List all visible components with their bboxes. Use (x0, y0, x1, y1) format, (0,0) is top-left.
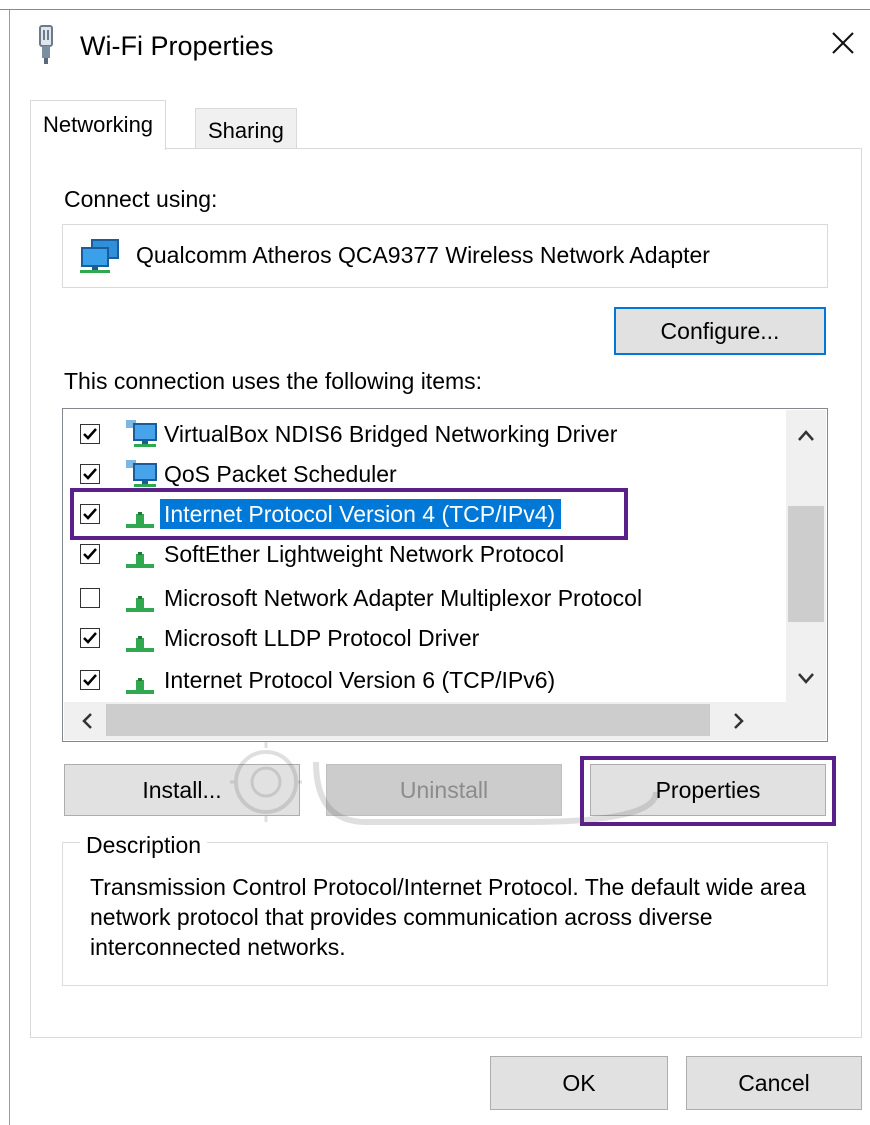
window-top-edge (0, 0, 870, 10)
protocol-icon (120, 538, 160, 572)
protocol-icon (120, 582, 160, 616)
item-label: Microsoft Network Adapter Multiplexor Pr… (164, 585, 643, 611)
tab-networking[interactable]: Networking (30, 100, 167, 150)
description-text: Transmission Control Protocol/Internet P… (90, 874, 806, 960)
item-label: VirtualBox NDIS6 Bridged Networking Driv… (164, 421, 618, 447)
item-label: Internet Protocol Version 6 (TCP/IPv6) (164, 667, 556, 693)
vertical-scroll-thumb[interactable] (788, 506, 824, 622)
scroll-left-button[interactable] (70, 704, 106, 738)
item-checkbox-unchecked[interactable] (80, 588, 100, 608)
close-button[interactable] (826, 26, 860, 60)
list-item[interactable]: VirtualBox NDIS6 Bridged Networking Driv… (76, 414, 790, 454)
chevron-left-icon (82, 713, 92, 729)
selection-highlight-outline (70, 488, 628, 540)
watermark-logo (226, 722, 666, 852)
items-label: This connection uses the following items… (64, 368, 483, 394)
item-label: SoftEther Lightweight Network Protocol (164, 541, 565, 567)
item-checkbox[interactable] (80, 424, 100, 444)
item-checkbox[interactable] (80, 544, 100, 564)
scroll-right-button[interactable] (720, 704, 756, 738)
ok-button[interactable]: OK (490, 1056, 668, 1110)
item-label: Microsoft LLDP Protocol Driver (164, 625, 480, 651)
wifi-adapter-icon (34, 24, 58, 66)
cancel-button[interactable]: Cancel (686, 1056, 862, 1110)
window-left-edge (0, 10, 10, 1125)
scroll-up-button[interactable] (786, 418, 826, 454)
connect-using-label: Connect using: (64, 186, 218, 212)
window-title: Wi-Fi Properties (80, 31, 274, 61)
configure-button[interactable]: Configure... (614, 307, 826, 355)
network-service-icon (120, 458, 160, 492)
list-item[interactable]: Internet Protocol Version 6 (TCP/IPv6) (76, 660, 790, 700)
item-checkbox[interactable] (80, 628, 100, 648)
chevron-up-icon (798, 430, 814, 441)
tab-sharing[interactable]: Sharing (195, 108, 297, 148)
list-item[interactable]: Microsoft LLDP Protocol Driver (76, 618, 790, 658)
chevron-right-icon (734, 713, 744, 729)
protocol-icon (120, 622, 160, 656)
adapter-name: Qualcomm Atheros QCA9377 Wireless Networ… (136, 242, 710, 268)
network-adapter-icon (78, 238, 122, 274)
close-icon (832, 32, 854, 54)
list-item[interactable]: Microsoft Network Adapter Multiplexor Pr… (76, 578, 790, 618)
list-item[interactable]: SoftEther Lightweight Network Protocol (76, 534, 790, 574)
network-service-icon (120, 418, 160, 452)
scroll-down-button[interactable] (786, 660, 826, 696)
item-label: QoS Packet Scheduler (164, 461, 397, 487)
chevron-down-icon (798, 673, 814, 684)
item-checkbox[interactable] (80, 464, 100, 484)
item-checkbox[interactable] (80, 670, 100, 690)
description-title: Description (80, 830, 208, 860)
protocol-icon (120, 664, 160, 698)
